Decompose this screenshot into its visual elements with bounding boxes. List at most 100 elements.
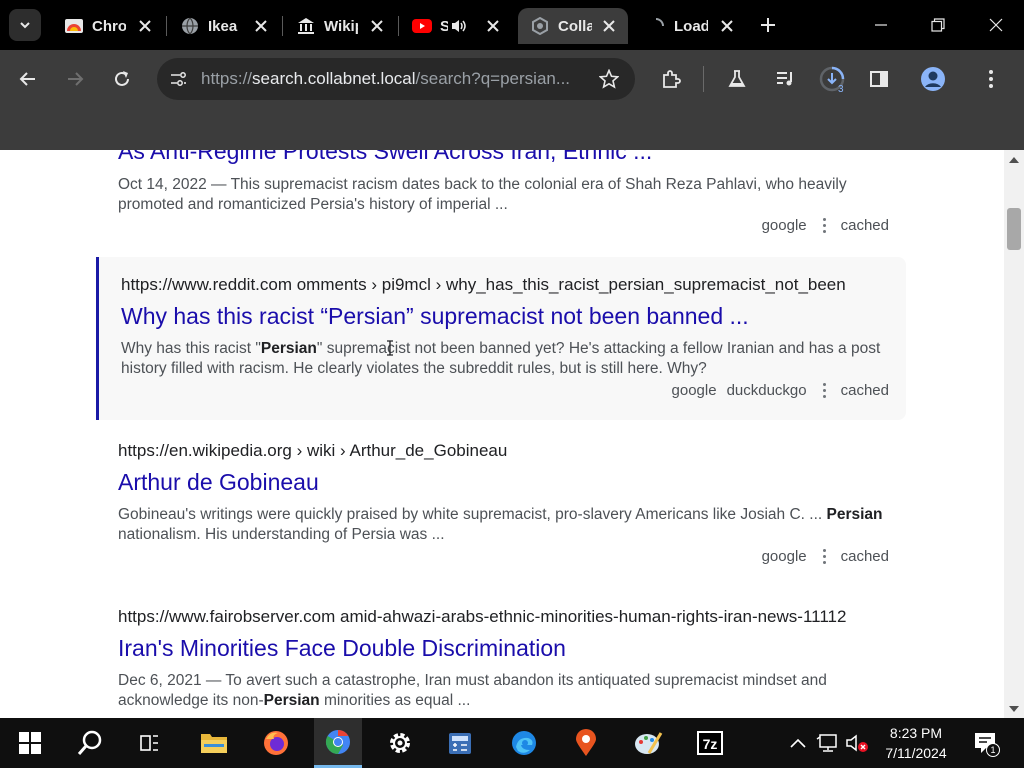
snippet-text: Dec 6, 2021 — To avert such a catastroph… (118, 672, 827, 709)
result-title-link[interactable]: As Anti-Regime Protests Swell Across Ira… (118, 150, 889, 165)
chevron-down-icon (20, 22, 30, 29)
task-view-button[interactable] (126, 718, 174, 768)
cached-link[interactable]: cached (841, 217, 889, 234)
result-engines: google cached (752, 548, 889, 565)
minimize-button[interactable] (866, 10, 896, 40)
clock-date: 7/11/2024 (885, 745, 947, 761)
taskbar-search-button[interactable] (66, 718, 114, 768)
settings-gear-icon (390, 733, 410, 753)
close-tab-icon[interactable] (252, 17, 270, 35)
labs-button[interactable] (721, 63, 753, 95)
result-title-link[interactable]: Why has this racist “Persian” supremacis… (121, 303, 892, 330)
profile-button[interactable] (917, 63, 949, 95)
clock-time: 8:23 PM (889, 725, 943, 741)
engine-label: duckduckgo (726, 382, 807, 399)
cached-link[interactable]: cached (841, 548, 889, 565)
taskbar-edge[interactable] (500, 718, 548, 768)
scrollbar-thumb[interactable] (1007, 208, 1021, 250)
engine-label: google (671, 382, 717, 399)
extensions-button[interactable] (655, 63, 687, 95)
kebab-menu-icon (989, 70, 993, 88)
search-result: As Anti-Regime Protests Swell Across Ira… (96, 150, 906, 240)
url-text[interactable]: https://search.collabnet.local/search?q=… (201, 69, 581, 89)
tab-youtube[interactable]: S (400, 8, 512, 44)
result-url[interactable]: https://www.reddit.com omments › pi9mcl … (121, 275, 892, 295)
7zip-icon: 7z (697, 731, 723, 755)
tab-collabnet[interactable]: Collabnet (518, 8, 628, 44)
restore-button[interactable] (923, 10, 953, 40)
close-tab-icon[interactable] (368, 17, 386, 35)
scroll-down-arrow-icon[interactable] (1009, 706, 1019, 712)
url-host: search.collabnet.local (252, 69, 416, 88)
chrome-rainbow-icon (64, 16, 84, 36)
tab-wikipedia[interactable]: Wikipedia (284, 8, 396, 44)
snippet-text: Why has this racist " (121, 340, 261, 357)
minimize-icon (875, 24, 887, 26)
puzzle-piece-icon (663, 70, 681, 88)
action-center-button[interactable]: 1 (970, 718, 1000, 768)
tab-ikea[interactable]: Ikea (168, 8, 280, 44)
forward-button[interactable] (59, 63, 91, 95)
taskbar-file-explorer[interactable] (190, 718, 238, 768)
result-title-link[interactable]: Iran's Minorities Face Double Discrimina… (118, 635, 889, 662)
close-tab-icon[interactable] (484, 17, 502, 35)
close-tab-icon[interactable] (718, 17, 736, 35)
show-hidden-icons-button[interactable] (786, 718, 810, 768)
taskbar-firefox[interactable] (252, 718, 300, 768)
result-url[interactable]: https://www.fairobserver.com amid-ahwazi… (118, 607, 889, 627)
speaker-icon[interactable] (450, 18, 468, 34)
new-tab-button[interactable] (756, 13, 780, 37)
taskbar-settings[interactable] (376, 718, 424, 768)
reload-icon (115, 71, 129, 86)
taskbar-maps[interactable] (562, 718, 610, 768)
taskbar-chrome[interactable] (314, 718, 362, 768)
tab-title: Wikipedia (324, 17, 358, 35)
tab-chrome[interactable]: Chrome (52, 8, 164, 44)
side-panel-button[interactable] (863, 63, 895, 95)
tab-search-button[interactable] (9, 9, 41, 41)
tab-strip: Chrome Ikea Wikipedia S Collabnet (0, 0, 1024, 50)
address-bar[interactable]: https://search.collabnet.local/search?q=… (157, 58, 635, 100)
reload-button[interactable] (106, 63, 138, 95)
chevron-up-icon (790, 738, 806, 748)
chrome-icon (325, 729, 350, 754)
file-explorer-icon (201, 734, 227, 753)
result-snippet: Dec 6, 2021 — To avert such a catastroph… (118, 671, 889, 711)
tab-loading[interactable]: Loading (634, 8, 746, 44)
site-info-icon[interactable] (165, 66, 191, 92)
result-more-icon[interactable] (823, 549, 827, 564)
close-tab-icon[interactable] (136, 17, 154, 35)
back-arrow-icon (19, 72, 35, 86)
network-status-button[interactable] (814, 718, 842, 768)
media-controls-button[interactable] (769, 63, 801, 95)
result-title-link[interactable]: Arthur de Gobineau (118, 469, 889, 496)
taskbar-clock[interactable]: 8:23 PM 7/11/2024 (874, 723, 958, 763)
result-more-icon[interactable] (823, 383, 827, 398)
tab-separator (282, 16, 283, 36)
result-more-icon[interactable] (823, 218, 827, 233)
url-scheme: https:// (201, 69, 253, 88)
result-url[interactable]: https://en.wikipedia.org › wiki › Arthur… (118, 441, 889, 461)
scroll-up-arrow-icon[interactable] (1009, 157, 1019, 163)
collabnet-icon (530, 16, 550, 36)
notification-count-badge: 1 (986, 743, 1000, 757)
browser-toolbar: https://search.collabnet.local/search?q=… (0, 50, 1024, 108)
page-scrollbar[interactable] (1004, 150, 1024, 718)
close-tab-icon[interactable] (600, 17, 618, 35)
volume-button[interactable] (844, 718, 870, 768)
back-button[interactable] (12, 63, 44, 95)
close-window-button[interactable] (981, 10, 1011, 40)
task-view-icon (140, 735, 158, 751)
page-viewport: As Anti-Regime Protests Swell Across Ira… (0, 150, 1024, 718)
svg-text:7z: 7z (703, 736, 718, 752)
taskbar-paint[interactable] (624, 718, 672, 768)
tab-separator (398, 16, 399, 36)
bookmark-star-icon[interactable] (597, 67, 621, 91)
cached-link[interactable]: cached (841, 382, 889, 399)
start-button[interactable] (6, 718, 54, 768)
tab-title: Loading (674, 17, 708, 35)
download-count-badge: 3 (838, 84, 844, 95)
taskbar-calculator[interactable] (436, 718, 484, 768)
taskbar-7zip[interactable]: 7z (686, 718, 734, 768)
chrome-menu-button[interactable] (975, 63, 1007, 95)
